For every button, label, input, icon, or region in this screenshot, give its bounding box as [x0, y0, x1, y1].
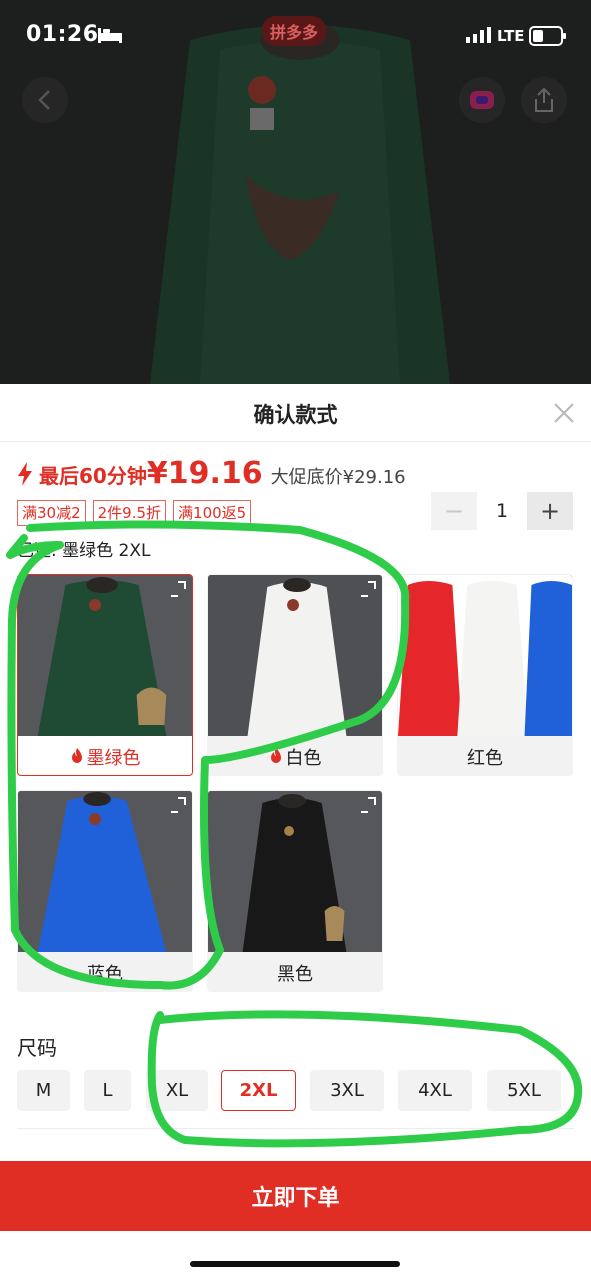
- product-thumbnail: [208, 791, 382, 952]
- promo-tags: 满30减2 2件9.5折 满100返5: [17, 500, 252, 526]
- size-option-5xl[interactable]: 5XL: [487, 1070, 561, 1111]
- signal-icon: [466, 27, 491, 43]
- color-option-white[interactable]: 白色: [207, 574, 383, 776]
- hot-fire-icon: [270, 748, 281, 763]
- promo-tag: 满30减2: [17, 500, 86, 526]
- quantity-stepper: − 1 +: [431, 492, 573, 530]
- hot-fire-icon: [71, 748, 82, 763]
- quantity-value: 1: [495, 500, 509, 522]
- size-option-2xl[interactable]: 2XL: [221, 1070, 296, 1111]
- decrease-quantity-button[interactable]: −: [431, 492, 477, 530]
- color-name: 红色: [467, 747, 503, 769]
- sleep-mode-icon: [98, 28, 122, 43]
- size-option-l[interactable]: L: [84, 1070, 131, 1111]
- close-icon[interactable]: [552, 401, 576, 425]
- price-row: 最后60分钟 ¥19.16 大促底价¥29.16: [17, 456, 406, 491]
- share-button[interactable]: [521, 77, 567, 123]
- status-time: 01:26: [26, 22, 99, 47]
- size-section-title: 尺码: [17, 1036, 57, 1060]
- product-thumbnail: [208, 575, 382, 736]
- size-option-m[interactable]: M: [17, 1070, 70, 1111]
- divider: [17, 1128, 574, 1129]
- color-option-label: 蓝色: [18, 952, 192, 991]
- color-name: 墨绿色: [86, 747, 141, 769]
- color-option-label: 白色: [208, 736, 382, 775]
- style-selection-sheet: 确认款式 最后60分钟 ¥19.16 大促底价¥29.16 满30减2 2件9.…: [0, 384, 591, 1280]
- color-option-red[interactable]: 红色: [397, 574, 573, 776]
- expand-icon[interactable]: [360, 797, 376, 813]
- color-option-dark-green[interactable]: 墨绿色: [17, 574, 193, 776]
- selected-variant-label: 已选: 墨绿色 2XL: [17, 541, 151, 561]
- promo-tag: 2件9.5折: [92, 500, 167, 526]
- expand-icon[interactable]: [170, 581, 186, 597]
- lightning-icon: [18, 462, 32, 486]
- color-name: 蓝色: [87, 963, 123, 985]
- size-option-3xl[interactable]: 3XL: [310, 1070, 384, 1111]
- color-option-blue[interactable]: 蓝色: [17, 790, 193, 992]
- product-thumbnail: [398, 575, 572, 736]
- color-name: 黑色: [277, 963, 313, 985]
- countdown-label: 最后60分钟: [39, 464, 147, 488]
- chevron-left-icon: [38, 90, 50, 110]
- product-thumbnail: [18, 575, 192, 736]
- promo-base-price: 大促底价¥29.16: [270, 467, 406, 488]
- size-option-4xl[interactable]: 4XL: [398, 1070, 472, 1111]
- sheet-header: 确认款式: [0, 384, 591, 442]
- product-thumbnail: [18, 791, 192, 952]
- color-option-label: 墨绿色: [18, 736, 192, 775]
- color-option-label: 红色: [398, 736, 572, 775]
- app-logo-button[interactable]: [459, 77, 505, 123]
- increase-quantity-button[interactable]: +: [527, 492, 573, 530]
- sheet-title: 确认款式: [253, 403, 338, 427]
- current-price: ¥19.16: [146, 456, 263, 491]
- app-logo-icon: [470, 91, 494, 109]
- product-hero-image: 01:26 LTE 拼多多: [0, 0, 591, 384]
- back-button[interactable]: [22, 77, 68, 123]
- color-name: 白色: [285, 747, 322, 769]
- brand-badge: 拼多多: [262, 16, 327, 46]
- expand-icon[interactable]: [170, 797, 186, 813]
- size-option-xl[interactable]: XL: [146, 1070, 208, 1111]
- color-option-black[interactable]: 黑色: [207, 790, 383, 992]
- promo-tag: 满100返5: [173, 500, 252, 526]
- battery-icon: [529, 26, 566, 46]
- color-option-label: 黑色: [208, 952, 382, 991]
- place-order-button[interactable]: 立即下单: [0, 1161, 591, 1231]
- home-indicator: [190, 1261, 400, 1267]
- share-icon: [535, 87, 553, 112]
- expand-icon[interactable]: [360, 581, 376, 597]
- network-type: LTE: [497, 27, 525, 45]
